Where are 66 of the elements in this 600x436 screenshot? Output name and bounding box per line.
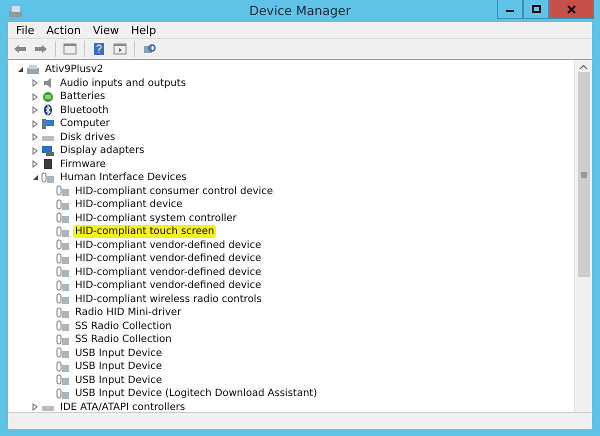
hid-device-icon [56, 360, 70, 373]
scroll-up-icon[interactable] [579, 64, 588, 70]
hid-device-icon [41, 172, 55, 184]
left-arrow-icon [13, 44, 27, 54]
tree-item[interactable]: USB Input Device [73, 360, 164, 374]
hid-device-icon [56, 293, 70, 306]
hid-device-icon [56, 334, 70, 346]
menu-item[interactable]: Help [124, 24, 162, 36]
close-icon [567, 4, 576, 14]
scrollbar[interactable] [574, 60, 592, 412]
tree-item[interactable]: HID-compliant wireless radio controls [73, 292, 264, 306]
hid-device-icon [56, 185, 70, 198]
hid-device-icon [56, 306, 70, 319]
hid-device-icon [56, 320, 70, 332]
tree-item[interactable]: USB Input Device (Logitech Download Assistant) [73, 387, 320, 400]
hid-device-icon [56, 347, 70, 360]
tree-item[interactable]: Firmware [58, 158, 108, 171]
battery-icon [41, 90, 55, 103]
hid-device-icon [56, 198, 70, 211]
menu-item[interactable]: View [86, 24, 125, 36]
tree-item[interactable]: Radio HID Mini-driver [73, 306, 184, 320]
tree-item[interactable]: USB Input Device [73, 374, 164, 387]
tree-item[interactable]: HID-compliant device [73, 198, 184, 212]
maximize-icon [532, 5, 540, 13]
window-title: Device Manager [249, 3, 351, 18]
grip-icon [580, 172, 586, 178]
tree-item[interactable]: USB Input Device [73, 346, 164, 360]
tree-item[interactable]: Disk drives [58, 130, 118, 144]
hid-device-icon [56, 266, 70, 278]
tree-item[interactable]: IDE ATA/ATAPI controllers [58, 400, 188, 412]
tree-item[interactable]: HID-compliant consumer control device [73, 184, 275, 198]
tree-item[interactable]: HID-compliant vendor-defined device [73, 252, 264, 266]
tree-item[interactable]: HID-compliant vendor-defined device [73, 266, 264, 279]
tree-item[interactable]: HID-compliant touch screen [73, 225, 216, 238]
tree-item[interactable]: Computer [58, 117, 112, 130]
close-button[interactable] [549, 0, 594, 19]
tree-item[interactable]: Ativ9Plusv2 [43, 63, 106, 76]
tree-item[interactable]: Batteries [58, 90, 108, 104]
tree-item[interactable]: HID-compliant system controller [73, 212, 239, 225]
monitor-icon [41, 118, 55, 130]
computer-icon [26, 64, 40, 76]
scrollbar-thumb[interactable] [578, 72, 590, 277]
hid-device-icon [56, 374, 70, 386]
hid-device-icon [56, 280, 70, 292]
hid-device-icon [56, 388, 70, 400]
hid-device-icon [56, 226, 70, 238]
tree-item[interactable]: SS Radio Collection [73, 333, 174, 346]
maximize-button[interactable] [523, 0, 549, 19]
bluetooth-icon [41, 104, 55, 116]
tree-item[interactable]: Display adapters [58, 144, 146, 158]
hid-device-icon [56, 212, 70, 224]
chip-icon [41, 158, 55, 170]
tree-item[interactable]: Audio inputs and outputs [58, 76, 188, 90]
tree-item[interactable]: HID-compliant vendor-defined device [73, 279, 264, 292]
tree-item[interactable]: Human Interface Devices [58, 171, 189, 184]
menu-item[interactable]: Action [40, 24, 87, 36]
right-arrow-icon [34, 44, 48, 54]
hid-device-icon [56, 252, 70, 265]
minimize-button[interactable] [497, 0, 523, 19]
tree-item[interactable]: SS Radio Collection [73, 320, 174, 333]
tree-item[interactable]: HID-compliant vendor-defined device [73, 238, 264, 252]
display-adapter-icon [41, 144, 55, 157]
tree-item[interactable]: Bluetooth [58, 104, 111, 117]
menu-item[interactable]: File [10, 24, 40, 36]
app-icon [8, 4, 24, 18]
hid-device-icon [56, 239, 70, 252]
